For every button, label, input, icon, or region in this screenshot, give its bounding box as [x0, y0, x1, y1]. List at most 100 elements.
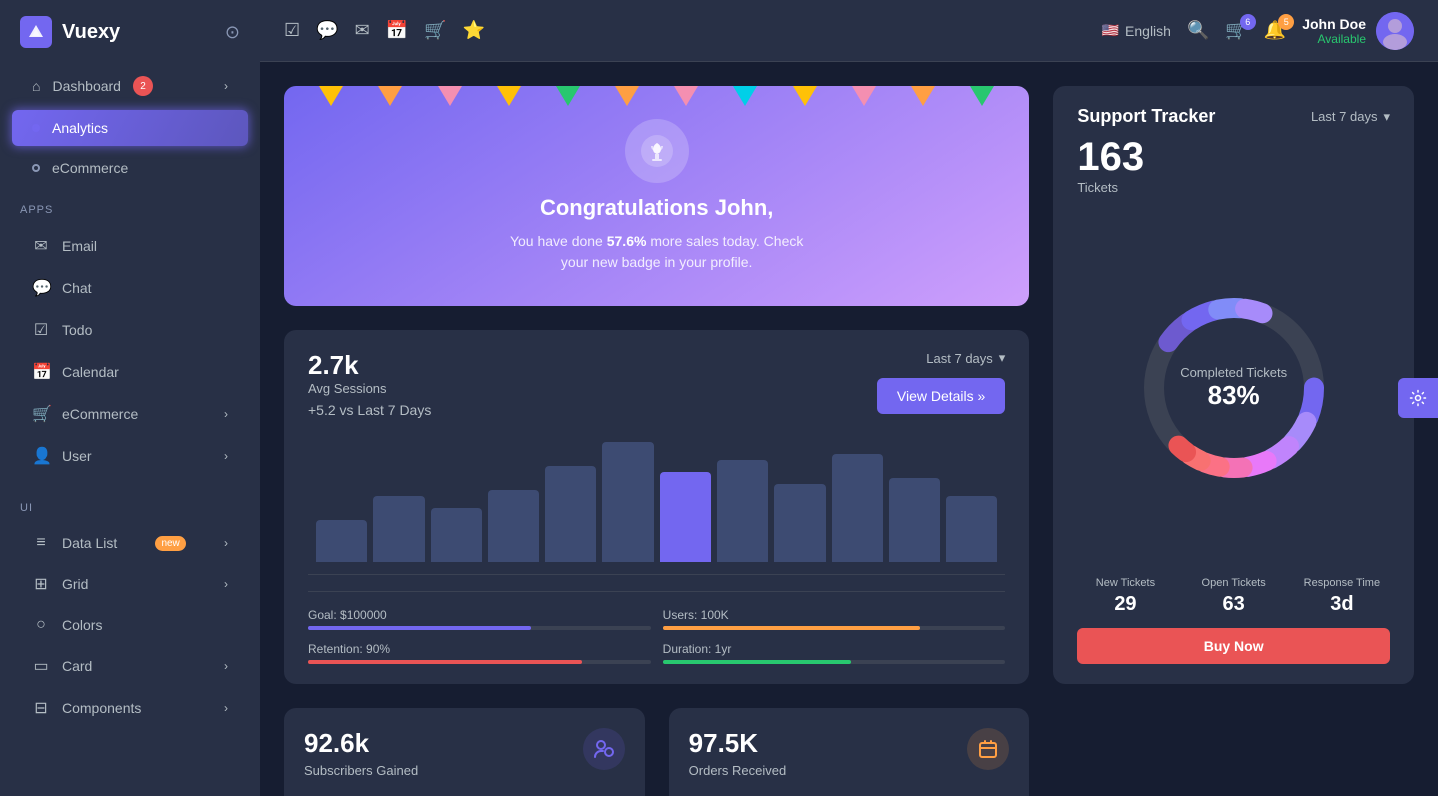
duration-metric: Duration: 1yr: [663, 642, 1006, 664]
sidebar-item-ecommerce-app[interactable]: 🛒 eCommerce ›: [12, 394, 248, 434]
view-details-button[interactable]: View Details »: [877, 378, 1005, 414]
user-name: John Doe: [1302, 16, 1366, 32]
logo-icon: [20, 16, 52, 48]
bar-4: [545, 466, 596, 562]
donut-chart-container: Completed Tickets 83%: [1077, 223, 1390, 553]
bar-7: [717, 460, 768, 562]
sidebar-item-todo[interactable]: ☑ Todo: [12, 310, 248, 350]
sidebar-item-colors[interactable]: ○ Colors: [12, 606, 248, 644]
user-profile[interactable]: John Doe Available: [1302, 12, 1414, 50]
goal-metric: Goal: $100000: [308, 608, 651, 630]
user-text: John Doe Available: [1302, 16, 1366, 46]
bar-10: [889, 478, 940, 562]
topbar-check-icon[interactable]: ☑: [284, 20, 300, 41]
sidebar-item-calendar[interactable]: 📅 Calendar: [12, 352, 248, 392]
notifications-action[interactable]: 🔔 5: [1264, 20, 1286, 41]
bunting-yellow3: [793, 86, 817, 106]
retention-progress-bg: [308, 660, 651, 664]
sessions-card: 2.7k Avg Sessions +5.2 vs Last 7 Days La…: [284, 330, 1029, 684]
topbar-calendar-icon[interactable]: 📅: [386, 20, 408, 41]
bunting-yellow2: [497, 86, 521, 106]
bunting-orange: [378, 86, 402, 106]
response-time-label: Response Time: [1294, 577, 1390, 589]
congrats-title: Congratulations John,: [540, 195, 773, 221]
bar-3: [488, 490, 539, 562]
language-selector[interactable]: 🇺🇸 English: [1102, 22, 1171, 39]
subscribers-card: 92.6k Subscribers Gained: [284, 708, 645, 796]
buy-now-button[interactable]: Buy Now: [1077, 628, 1390, 664]
card-chevron-icon: ›: [224, 659, 228, 673]
users-progress-bg: [663, 626, 1006, 630]
search-icon[interactable]: 🔍: [1187, 20, 1209, 41]
sidebar-item-dashboard[interactable]: ⌂ Dashboard 2 ›: [12, 66, 248, 106]
subscribers-icon: [583, 728, 625, 770]
sidebar-item-ecommerce[interactable]: eCommerce: [12, 150, 248, 186]
settings-fab[interactable]: [1398, 378, 1438, 418]
analytics-label: Analytics: [52, 120, 108, 136]
users-metric: Users: 100K: [663, 608, 1006, 630]
congrats-text-after: more sales today. Check your new badge i…: [561, 233, 803, 270]
users-label: Users: 100K: [663, 608, 1006, 622]
congrats-text: You have done 57.6% more sales today. Ch…: [497, 231, 817, 273]
bunting-green: [556, 86, 580, 106]
new-tickets-metric: New Tickets 29: [1077, 577, 1173, 616]
flag-icon: 🇺🇸: [1102, 22, 1119, 39]
sessions-change-value: +5.2: [308, 402, 336, 418]
open-tickets-metric: Open Tickets 63: [1186, 577, 1282, 616]
bunting-yellow: [319, 86, 343, 106]
support-title: Support Tracker: [1077, 106, 1215, 127]
orders-header: 97.5K Orders Received: [689, 728, 1010, 778]
bar-5: [602, 442, 653, 562]
bunting-pink3: [852, 86, 876, 106]
sidebar-item-email[interactable]: ✉ Email: [12, 226, 248, 266]
components-chevron-icon: ›: [224, 701, 228, 715]
sidebar-item-chat[interactable]: 💬 Chat: [12, 268, 248, 308]
dashboard-label: Dashboard: [52, 78, 121, 94]
topbar-mail-icon[interactable]: ✉: [355, 20, 370, 41]
cart-action[interactable]: 🛒 6: [1225, 20, 1247, 41]
bunting-pink2: [674, 86, 698, 106]
notif-badge: 5: [1278, 14, 1294, 30]
support-period-label: Last 7 days: [1311, 109, 1378, 124]
tickets-label: Tickets: [1077, 180, 1390, 195]
buy-now-label: Buy Now: [1204, 638, 1264, 654]
chevron-right-icon: ›: [224, 449, 228, 463]
donut-label: Completed Tickets 83%: [1180, 365, 1287, 411]
sessions-right: Last 7 days ▾ View Details »: [877, 350, 1005, 426]
support-tracker-card: Support Tracker Last 7 days ▾ 163 Ticket…: [1053, 86, 1414, 684]
support-period-chevron-icon: ▾: [1383, 109, 1390, 125]
duration-progress-bg: [663, 660, 1006, 664]
sidebar-item-components[interactable]: ⊟ Components ›: [12, 688, 248, 728]
nav-dot-analytics: [32, 124, 40, 132]
sessions-period-select[interactable]: Last 7 days ▾: [926, 350, 1005, 366]
bar-2: [431, 508, 482, 562]
sidebar-item-grid[interactable]: ⊞ Grid ›: [12, 564, 248, 604]
sidebar-item-analytics[interactable]: Analytics: [12, 110, 248, 146]
sidebar-item-card[interactable]: ▭ Card ›: [12, 646, 248, 686]
user-icon: 👤: [32, 446, 50, 466]
response-time-value: 3d: [1294, 593, 1390, 616]
sidebar-item-user[interactable]: 👤 User ›: [12, 436, 248, 476]
congrats-text-before: You have done: [510, 233, 607, 249]
sidebar-gear-icon[interactable]: ⊙: [225, 22, 240, 43]
topbar-cart-icon[interactable]: 🛒: [424, 20, 446, 41]
avatar: [1376, 12, 1414, 50]
card-icon: ▭: [32, 656, 50, 676]
cart-icon: 🛒: [32, 404, 50, 424]
chevron-icon: ›: [224, 407, 228, 421]
donut-label-value: 83%: [1180, 380, 1287, 411]
trophy-icon: [625, 119, 689, 183]
subscribers-label: Subscribers Gained: [304, 763, 418, 778]
orders-icon: [967, 728, 1009, 770]
subscribers-chart: [304, 786, 625, 796]
support-period-select[interactable]: Last 7 days ▾: [1311, 109, 1390, 125]
sidebar-item-datalist[interactable]: ≡ Data List new ›: [12, 524, 248, 562]
sessions-label: Avg Sessions: [308, 381, 431, 396]
ecommerce-label: eCommerce: [52, 160, 128, 176]
duration-progress-fill: [663, 660, 851, 664]
user-status: Available: [1302, 32, 1366, 46]
topbar-chat-icon[interactable]: 💬: [316, 20, 338, 41]
subscribers-value: 92.6k: [304, 728, 418, 759]
topbar-star-icon[interactable]: ⭐: [463, 20, 485, 41]
sessions-bar-chart: [308, 442, 1005, 562]
